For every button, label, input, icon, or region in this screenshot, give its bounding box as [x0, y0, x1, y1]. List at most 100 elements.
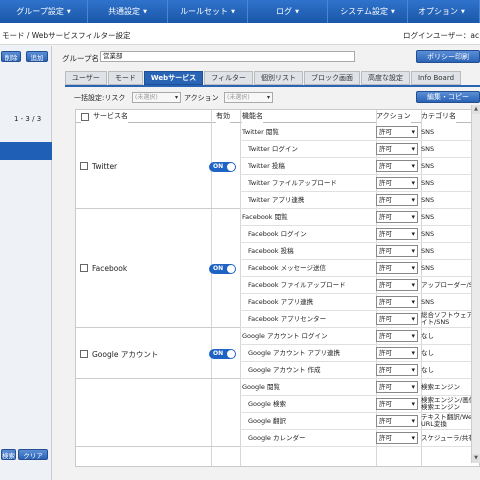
- group-sidebar: 削除 追加 1 - 3 / 3 検索 クリア: [0, 46, 52, 480]
- header-service-cell: サービス名: [81, 110, 128, 123]
- login-user: ログインユーザー：ac: [403, 31, 480, 40]
- tab-info-board[interactable]: Info Board: [410, 71, 462, 85]
- function-name: Facebook 閲覧: [242, 212, 288, 221]
- tab-advanced[interactable]: 高度な設定: [360, 71, 410, 85]
- action-select[interactable]: 許可: [376, 211, 418, 223]
- tab-block-screen[interactable]: ブロック画面: [303, 71, 360, 85]
- function-row: Google 検索許可検索エンジン/画像検索エンジン: [240, 396, 479, 413]
- toggle-label: ON: [213, 264, 224, 272]
- toggle-knob: [227, 264, 235, 273]
- service-checkbox[interactable]: [80, 162, 88, 170]
- enabled-toggle[interactable]: ON: [209, 161, 236, 172]
- function-name: Twitter ファイルアップロード: [248, 178, 337, 187]
- caret-down-icon: ▼: [231, 8, 235, 15]
- caret-down-icon: ▼: [143, 8, 147, 15]
- nav-ruleset[interactable]: ルールセット ▼: [168, 0, 248, 23]
- enabled-toggle[interactable]: ON: [209, 348, 236, 359]
- nav-label: ルールセット: [180, 7, 229, 16]
- action-select[interactable]: 許可: [376, 313, 418, 325]
- tab-web-service[interactable]: Webサービス: [143, 71, 204, 85]
- select-all-checkbox[interactable]: [81, 112, 89, 121]
- function-name: Facebook ファイルアップロード: [248, 280, 346, 289]
- nav-group-settings[interactable]: グループ設定 ▼: [0, 0, 88, 23]
- print-policy-button[interactable]: ポリシー印刷: [416, 50, 480, 63]
- tab-individual-list[interactable]: 個別リスト: [253, 71, 303, 85]
- function-row: Facebook アプリセンター許可総合ソフトウェアサイト/SNS: [240, 311, 479, 328]
- service-checkbox[interactable]: [80, 350, 88, 358]
- action-select[interactable]: 許可: [376, 143, 418, 155]
- function-row: Google アカウント 作成許可なし: [240, 362, 479, 379]
- function-row: Facebook アプリ連携許可SNS: [240, 294, 479, 311]
- action-select[interactable]: 許可: [376, 126, 418, 138]
- edit-copy-button[interactable]: 編集・コピー: [416, 91, 480, 103]
- tab-user[interactable]: ユーザー: [65, 71, 107, 85]
- nav-log[interactable]: ログ ▼: [248, 0, 328, 23]
- action-select[interactable]: 許可: [376, 279, 418, 291]
- function-row: Google アカウント アプリ連携許可なし: [240, 345, 479, 362]
- function-row: Facebook 投稿許可SNS: [240, 243, 479, 260]
- service-checkbox[interactable]: [80, 264, 88, 272]
- function-name: Facebook メッセージ送信: [248, 263, 326, 272]
- function-row: Facebook 閲覧許可SNS: [240, 209, 479, 226]
- header-function: 機能名: [242, 110, 263, 123]
- service-group: TwitterONTwitter 閲覧許可SNSTwitter ログイン許可SN…: [76, 124, 479, 209]
- function-name: Google 検索: [248, 399, 286, 408]
- action-select[interactable]: 許可: [376, 381, 418, 393]
- caret-down-icon: ▼: [66, 8, 71, 15]
- toggle-label: ON: [213, 349, 224, 357]
- action-select[interactable]: 許可: [376, 296, 418, 308]
- service-name-cell: Google アカウント: [80, 349, 158, 360]
- bulk-risk-select[interactable]: (未選択): [132, 92, 181, 103]
- service-group: Google アカウントONGoogle アカウント ログイン許可なしGoogl…: [76, 328, 479, 379]
- action-select[interactable]: 許可: [376, 160, 418, 172]
- service-group: FacebookONFacebook 閲覧許可SNSFacebook ログイン許…: [76, 209, 479, 328]
- bulk-action-select[interactable]: (未選択): [224, 92, 273, 103]
- service-table: サービス名 有効 機能名 アクション カテゴリ名 Twitter ON Twitte…: [75, 109, 480, 467]
- toggle-knob: [227, 349, 235, 358]
- caret-down-icon: ▼: [295, 8, 299, 15]
- caret-down-icon: ▼: [461, 8, 465, 15]
- service-name: Twitter: [92, 161, 118, 171]
- nav-system-settings[interactable]: システム設定 ▼: [328, 0, 408, 23]
- tab-underline: [65, 85, 480, 87]
- action-select[interactable]: 許可: [376, 415, 418, 427]
- action-select[interactable]: 許可: [376, 330, 418, 342]
- action-select[interactable]: 許可: [376, 347, 418, 359]
- action-select[interactable]: 許可: [376, 364, 418, 376]
- main-panel: グループ名： 営業部 ポリシー印刷 ユーザー モード Webサービス フィルター…: [55, 46, 480, 480]
- nav-options[interactable]: オプション ▼: [408, 0, 480, 23]
- tab-mode[interactable]: モード: [107, 71, 143, 85]
- nav-common-settings[interactable]: 共通設定 ▼: [88, 0, 168, 23]
- action-select[interactable]: 許可: [376, 177, 418, 189]
- action-select[interactable]: 許可: [376, 194, 418, 206]
- function-row: Facebook ログイン許可SNS: [240, 226, 479, 243]
- header-enabled: 有効: [216, 110, 230, 123]
- clear-button[interactable]: クリア: [18, 449, 48, 460]
- action-select[interactable]: 許可: [376, 262, 418, 274]
- function-name: Twitter アプリ連携: [248, 195, 305, 204]
- function-row: Google カレンダー許可スケジューラ/共有: [240, 430, 479, 447]
- toggle-label: ON: [213, 162, 224, 170]
- scroll-down-icon[interactable]: ▼: [472, 454, 480, 463]
- vertical-scrollbar[interactable]: ▲ ▼: [471, 105, 480, 463]
- function-name: Facebook アプリ連携: [248, 297, 314, 306]
- sub-header: モード / Webサービスフィルター設定 ログインユーザー：ac: [0, 23, 480, 45]
- add-button[interactable]: 追加: [26, 51, 48, 62]
- delete-button[interactable]: 削除: [1, 51, 21, 62]
- toggle-knob: [227, 162, 235, 171]
- function-name: Facebook アプリセンター: [248, 314, 327, 323]
- action-select[interactable]: 許可: [376, 432, 418, 444]
- tab-filter[interactable]: フィルター: [204, 71, 253, 85]
- function-row: Google アカウント ログイン許可なし: [240, 328, 479, 345]
- group-name-field[interactable]: 営業部: [100, 51, 355, 62]
- caret-down-icon: ▼: [390, 8, 395, 15]
- action-select[interactable]: 許可: [376, 228, 418, 240]
- enabled-toggle[interactable]: ON: [209, 263, 236, 274]
- breadcrumb: モード / Webサービスフィルター設定: [2, 31, 131, 40]
- action-select[interactable]: 許可: [376, 245, 418, 257]
- selected-group-row[interactable]: [0, 142, 52, 160]
- search-button[interactable]: 検索: [1, 449, 16, 460]
- scroll-up-icon[interactable]: ▲: [472, 105, 480, 114]
- action-select[interactable]: 許可: [376, 398, 418, 410]
- service-name-cell: Twitter: [80, 162, 117, 171]
